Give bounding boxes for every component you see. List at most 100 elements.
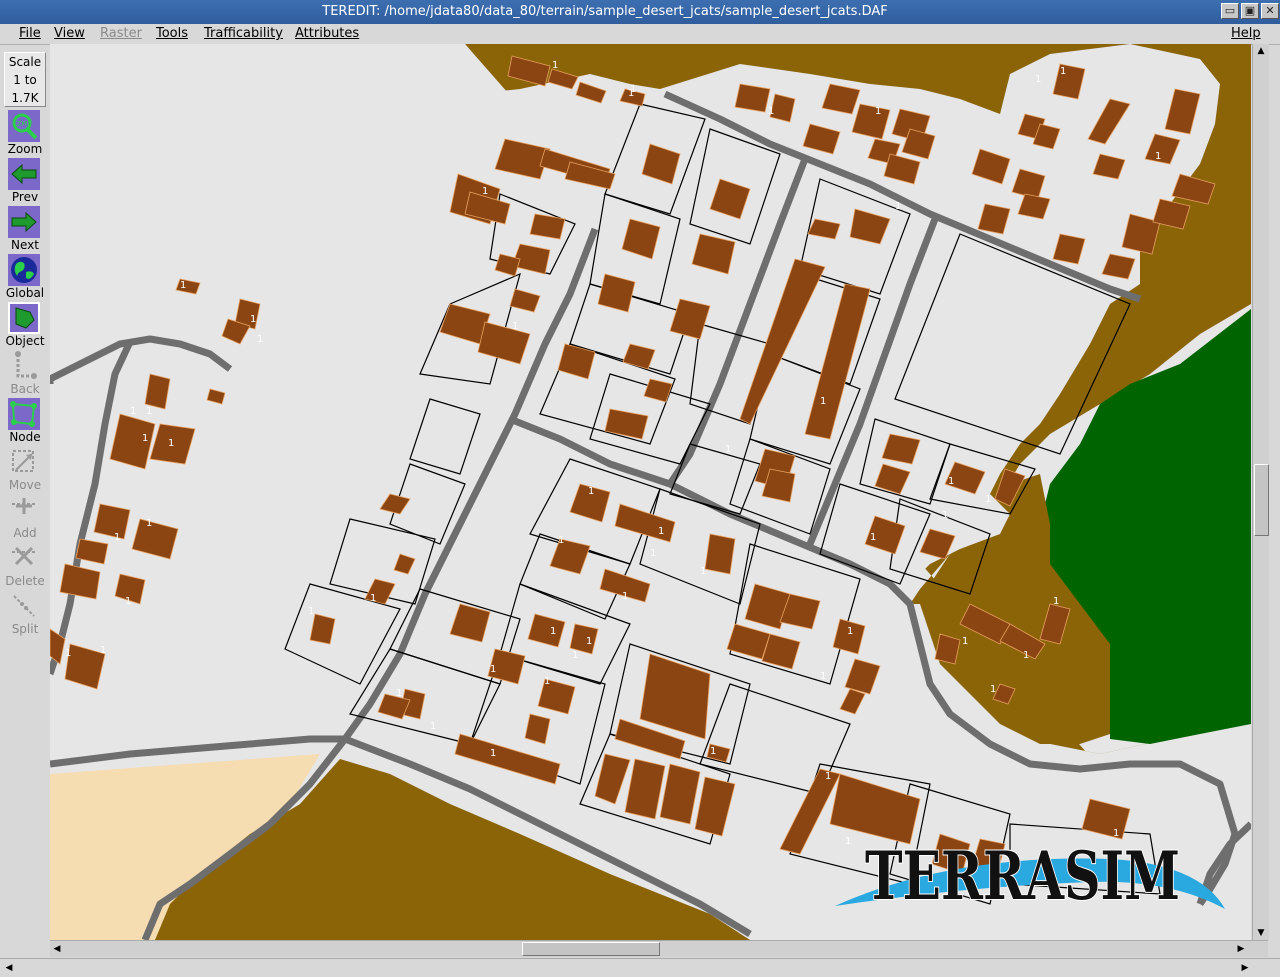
split-tool-button: Split bbox=[4, 590, 46, 636]
building-label: 1 bbox=[482, 186, 488, 197]
building-label: 1 bbox=[396, 688, 402, 699]
scroll-right-icon[interactable]: ▶ bbox=[1234, 942, 1248, 956]
building bbox=[529, 213, 566, 240]
terrasim-logo: TERRASIM bbox=[835, 836, 1225, 916]
delete-label: Delete bbox=[5, 574, 45, 588]
vertical-scroll-thumb[interactable] bbox=[1254, 464, 1269, 536]
building-label: 1 bbox=[586, 636, 592, 647]
status-bar: ◀ ▶ bbox=[0, 958, 1280, 977]
building bbox=[734, 83, 771, 113]
menu-help[interactable]: Help bbox=[1231, 26, 1261, 41]
tool-palette: Scale 1 to 1.7K ZM Zoom Prev Next Global… bbox=[4, 52, 46, 937]
building-label: 1 bbox=[710, 746, 716, 757]
building-label: 1 bbox=[180, 280, 186, 291]
menu-trafficability[interactable]: Trafficability bbox=[204, 26, 283, 41]
move-label: Move bbox=[8, 478, 42, 492]
building-label: 1 bbox=[820, 671, 826, 682]
zoom-label: Zoom bbox=[7, 142, 43, 156]
building-label: 1 bbox=[622, 591, 628, 602]
menu-view-label: View bbox=[54, 26, 85, 41]
horizontal-scroll-thumb[interactable] bbox=[522, 942, 660, 956]
next-tool-button[interactable]: Next bbox=[4, 206, 46, 252]
building-label: 1 bbox=[65, 648, 71, 659]
menu-help-label: Help bbox=[1231, 26, 1261, 41]
menu-attributes-label: Attributes bbox=[295, 26, 360, 41]
global-label: Global bbox=[5, 286, 45, 300]
menu-tools-label: Tools bbox=[156, 26, 189, 41]
zoom-icon: ZM bbox=[8, 110, 40, 142]
node-icon bbox=[8, 398, 40, 430]
building-label: 1 bbox=[257, 334, 263, 345]
building-label: 1 bbox=[985, 494, 991, 505]
building-label: 1 bbox=[550, 626, 556, 637]
object-select-icon bbox=[8, 302, 40, 334]
building-label: 1 bbox=[1053, 596, 1059, 607]
node-tool-button[interactable]: Node bbox=[4, 398, 46, 444]
building-label: 1 bbox=[544, 676, 550, 687]
menu-raster: Raster bbox=[100, 26, 142, 41]
menu-attributes[interactable]: Attributes bbox=[295, 26, 359, 41]
building-label: 1 bbox=[430, 721, 436, 732]
building-label: 1 bbox=[490, 664, 496, 675]
maximize-button[interactable]: ▣ bbox=[1241, 3, 1259, 19]
building-label: 1 bbox=[1155, 151, 1161, 162]
menu-file[interactable]: File bbox=[19, 26, 41, 41]
menu-raster-label: Raster bbox=[100, 26, 142, 41]
add-tool-button: Add bbox=[4, 494, 46, 540]
building-label: 1 bbox=[628, 88, 634, 99]
back-icon bbox=[15, 351, 37, 379]
building-label: 1 bbox=[558, 535, 564, 546]
building-label: 1 bbox=[142, 433, 148, 444]
building-label: 1 bbox=[552, 60, 558, 71]
building-label: 1 bbox=[820, 396, 826, 407]
building bbox=[524, 713, 551, 745]
building-label: 1 bbox=[370, 593, 376, 604]
building-label: 1 bbox=[100, 645, 106, 656]
vertical-scrollbar[interactable]: ▲ ▼ bbox=[1252, 44, 1269, 940]
zoom-tool-button[interactable]: ZM Zoom bbox=[4, 110, 46, 156]
menubar: File View Raster Tools Trafficability At… bbox=[0, 24, 1280, 45]
add-label: Add bbox=[13, 526, 37, 540]
left-arrow-icon bbox=[8, 158, 40, 190]
building-label: 1 bbox=[114, 532, 120, 543]
building-label: 1 bbox=[990, 684, 996, 695]
building bbox=[144, 373, 171, 410]
scroll-up-icon[interactable]: ▲ bbox=[1254, 44, 1268, 58]
building-label: 1 bbox=[125, 596, 131, 607]
object-tool-button[interactable]: Object bbox=[4, 302, 46, 348]
horizontal-scrollbar[interactable]: ◀ ▶ bbox=[50, 940, 1268, 957]
building-label: 1 bbox=[588, 486, 594, 497]
scale-label: Scale bbox=[8, 55, 42, 69]
split-label: Split bbox=[11, 622, 39, 636]
scale-ratio-prefix: 1 to bbox=[13, 73, 37, 87]
scroll-left-icon[interactable]: ◀ bbox=[50, 942, 64, 956]
scroll-down-icon[interactable]: ▼ bbox=[1254, 926, 1268, 940]
terrain-map-canvas[interactable]: 1 1 1 1 1 1 1 1 1 1 1 1 1 1 1 1 1 1 1 1 … bbox=[50, 44, 1251, 940]
building-label: 1 bbox=[825, 771, 831, 782]
building-label: 1 bbox=[845, 836, 851, 847]
close-button[interactable]: ✕ bbox=[1261, 3, 1279, 19]
terrain-map[interactable]: 1 1 1 1 1 1 1 1 1 1 1 1 1 1 1 1 1 1 1 1 … bbox=[50, 44, 1251, 940]
split-icon bbox=[13, 595, 35, 617]
global-tool-button[interactable]: Global bbox=[4, 254, 46, 300]
building-label: 1 bbox=[948, 476, 954, 487]
back-label: Back bbox=[10, 382, 40, 396]
delete-node-icon bbox=[12, 546, 36, 566]
building-label: 1 bbox=[168, 438, 174, 449]
scale-ratio-value: 1.7K bbox=[11, 91, 39, 105]
prev-tool-button[interactable]: Prev bbox=[4, 158, 46, 204]
building-label: 1 bbox=[768, 106, 774, 117]
status-right-icon[interactable]: ▶ bbox=[1238, 961, 1252, 975]
next-label: Next bbox=[11, 238, 39, 252]
delete-tool-button: Delete bbox=[4, 542, 46, 588]
logo-text: TERRASIM bbox=[865, 837, 1180, 915]
menu-tools[interactable]: Tools bbox=[156, 26, 188, 41]
minimize-button[interactable]: ▭ bbox=[1221, 3, 1239, 19]
building-label: 1 bbox=[895, 201, 901, 212]
menu-view[interactable]: View bbox=[54, 26, 85, 41]
back-tool-button: Back bbox=[4, 350, 46, 396]
add-node-icon bbox=[12, 498, 36, 514]
building bbox=[309, 613, 336, 645]
building-label: 1 bbox=[875, 106, 881, 117]
status-left-icon[interactable]: ◀ bbox=[2, 961, 16, 975]
